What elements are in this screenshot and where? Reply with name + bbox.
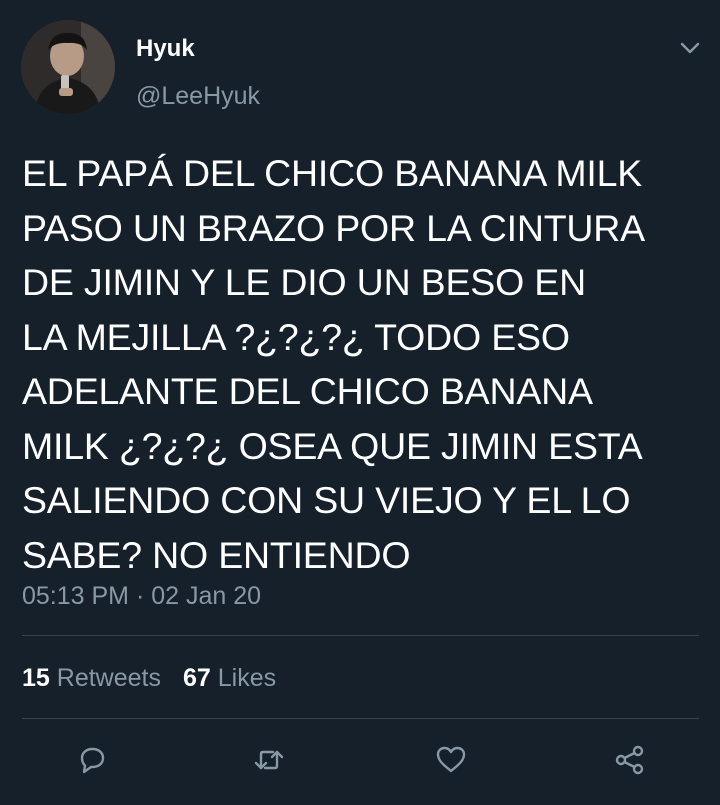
author-handle[interactable]: @LeeHyuk — [136, 81, 260, 111]
author-display-name[interactable]: Hyuk — [136, 34, 195, 64]
likes-label: Likes — [217, 664, 277, 692]
reply-icon[interactable] — [74, 742, 110, 778]
tweet-stats: 15 Retweets 67 Likes — [22, 662, 276, 694]
avatar-photo-icon — [21, 20, 115, 114]
share-icon[interactable] — [612, 742, 648, 778]
retweets-count: 15 — [22, 664, 50, 692]
likes-stat[interactable]: 67 Likes — [183, 664, 276, 692]
divider — [22, 635, 699, 636]
heart-icon[interactable] — [433, 742, 469, 778]
retweets-label: Retweets — [56, 664, 161, 692]
divider — [22, 718, 699, 719]
retweet-icon[interactable] — [251, 742, 287, 778]
likes-count: 67 — [182, 664, 211, 692]
tweet-timestamp[interactable]: 05:13 PM · 02 Jan 20 — [22, 580, 261, 612]
avatar[interactable] — [21, 20, 115, 114]
chevron-down-icon[interactable] — [676, 34, 704, 62]
retweets-stat[interactable]: 15 Retweets — [22, 664, 161, 692]
tweet-text: EL PAPÁ DEL CHICO BANANA MILK PASO UN BR… — [22, 152, 645, 576]
